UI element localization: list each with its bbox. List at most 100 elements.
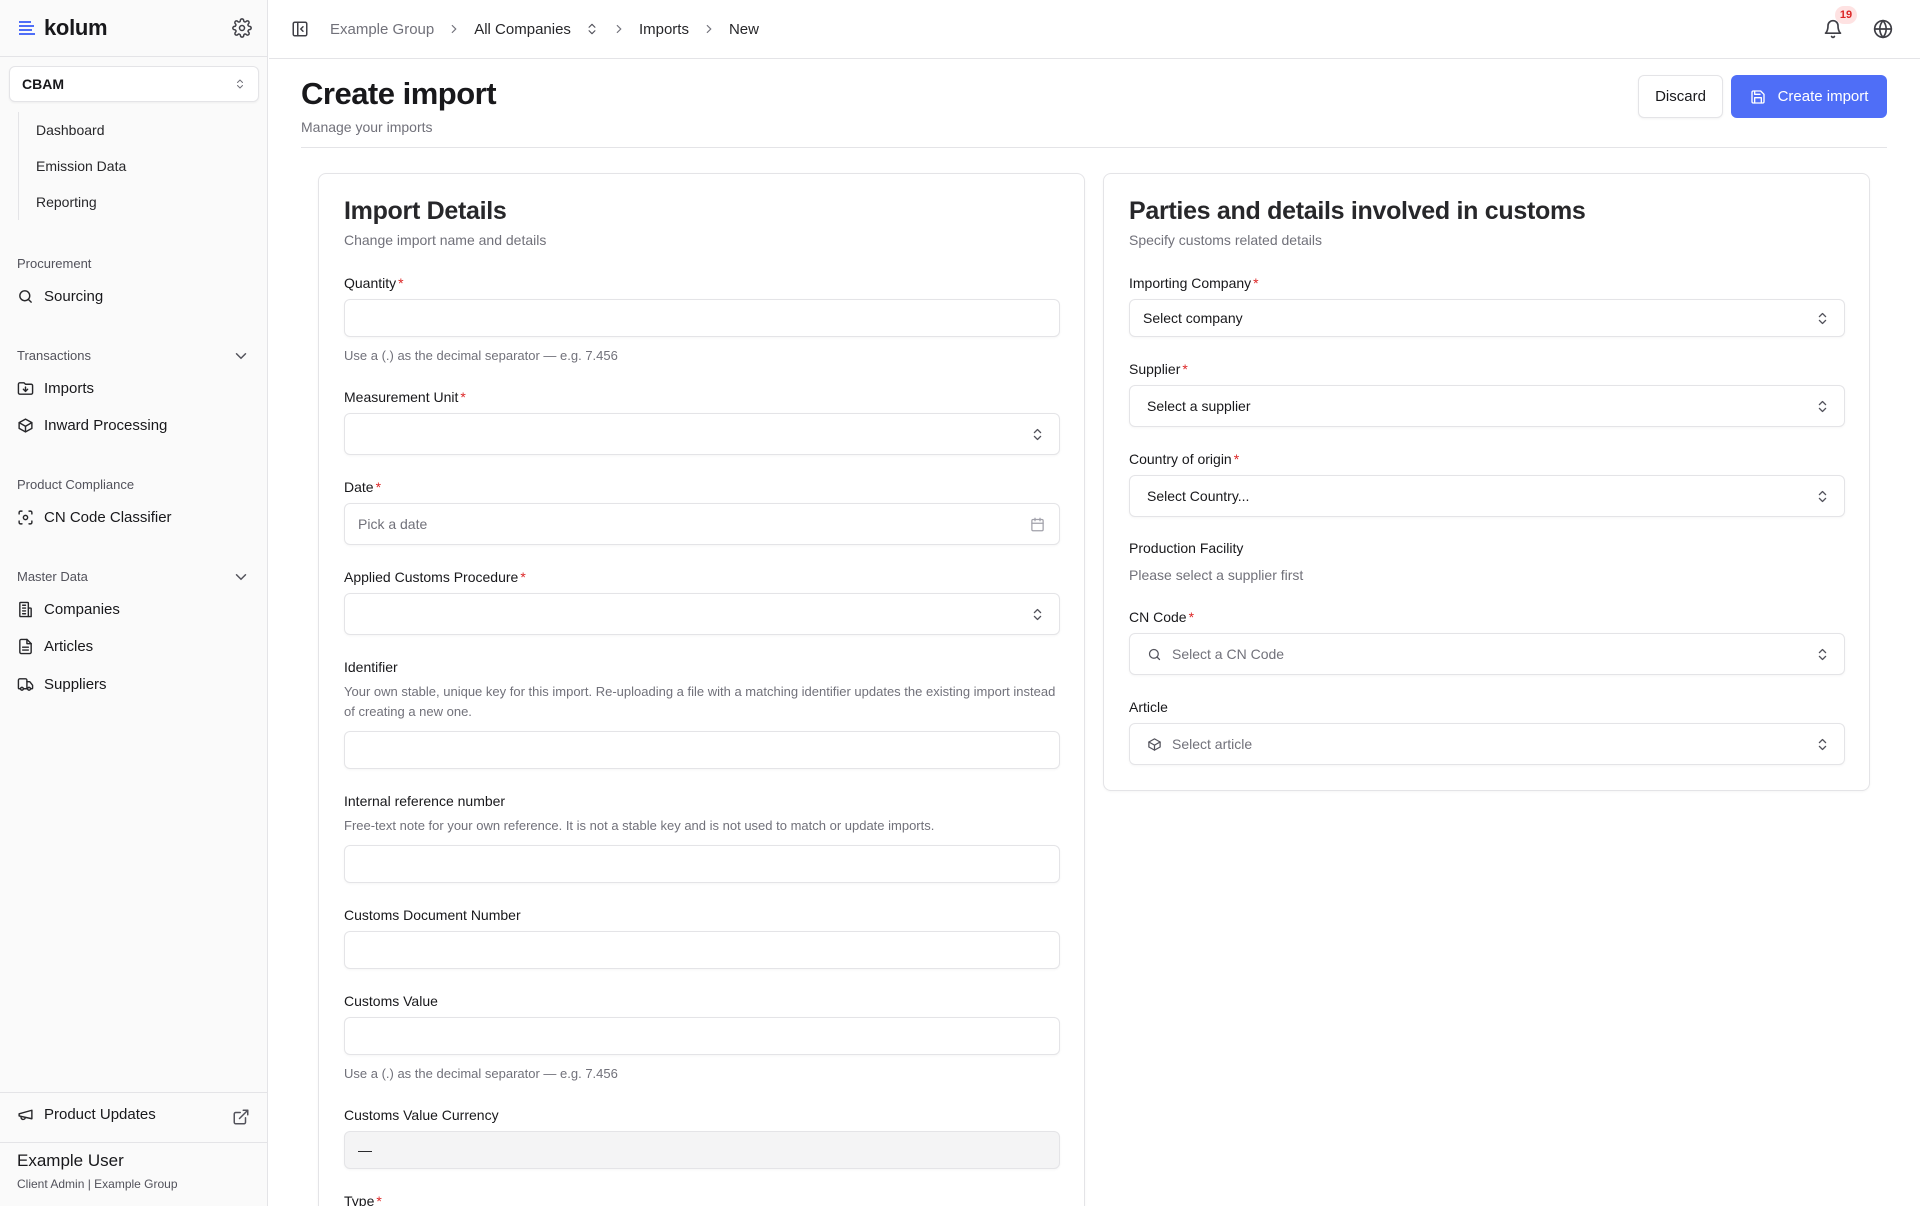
chevron-down-icon[interactable] xyxy=(232,347,250,365)
quantity-help: Use a (.) as the decimal separator — e.g… xyxy=(344,348,618,363)
cn-code-select[interactable]: Select a CN Code xyxy=(1129,633,1845,675)
page-subtitle: Manage your imports xyxy=(301,119,433,135)
breadcrumb-new: New xyxy=(728,20,759,38)
external-link-icon[interactable] xyxy=(232,1108,250,1126)
chevrons-up-down-icon[interactable] xyxy=(585,22,599,36)
cn-code-placeholder: Select a CN Code xyxy=(1172,646,1285,662)
truck-icon xyxy=(17,676,34,693)
article-label: Article xyxy=(1129,699,1168,715)
subnav-reporting[interactable]: Reporting xyxy=(19,184,248,220)
chevrons-up-down-icon xyxy=(1815,311,1830,326)
settings-gear-icon[interactable] xyxy=(232,18,252,38)
divider xyxy=(301,147,1887,148)
quantity-label: Quantity * xyxy=(344,275,404,291)
notification-badge: 19 xyxy=(1835,6,1857,24)
sidebar-item-suppliers[interactable]: Suppliers xyxy=(17,672,107,696)
globe-icon[interactable] xyxy=(1873,19,1893,39)
measurement-unit-select[interactable] xyxy=(344,413,1060,455)
chevron-right-icon xyxy=(612,22,626,36)
module-selector[interactable]: CBAM xyxy=(9,66,259,102)
sidebar-item-cn-code-classifier[interactable]: CN Code Classifier xyxy=(17,505,172,529)
identifier-input[interactable] xyxy=(344,731,1060,769)
sidebar-item-inward-processing[interactable]: Inward Processing xyxy=(17,413,167,437)
customs-currency-value: — xyxy=(358,1142,372,1158)
supplier-value: Select a supplier xyxy=(1147,398,1251,414)
supplier-label: Supplier * xyxy=(1129,361,1188,377)
article-placeholder: Select article xyxy=(1172,736,1253,752)
user-name[interactable]: Example User xyxy=(17,1151,124,1171)
product-updates-link[interactable]: Product Updates xyxy=(17,1106,156,1123)
chevron-down-icon[interactable] xyxy=(232,568,250,586)
box-icon xyxy=(17,417,34,434)
breadcrumb-example-group[interactable]: Example Group xyxy=(330,21,434,38)
box-icon xyxy=(1147,737,1162,752)
measurement-unit-label: Measurement Unit * xyxy=(344,389,466,405)
chevrons-up-down-icon xyxy=(1815,489,1830,504)
chevron-right-icon xyxy=(702,22,716,36)
customs-value-input[interactable] xyxy=(344,1017,1060,1055)
sidebar-item-imports[interactable]: Imports xyxy=(17,376,94,400)
card-title: Parties and details involved in customs xyxy=(1129,197,1586,225)
customs-value-help: Use a (.) as the decimal separator — e.g… xyxy=(344,1066,618,1081)
card-description: Change import name and details xyxy=(344,232,547,248)
customs-procedure-label: Applied Customs Procedure * xyxy=(344,569,526,585)
quantity-input[interactable] xyxy=(344,299,1060,337)
sidebar-toggle-icon[interactable] xyxy=(291,20,309,38)
topbar: Example Group All Companies Imports New … xyxy=(269,0,1920,59)
country-of-origin-value: Select Country... xyxy=(1147,488,1250,504)
brand[interactable]: kolum xyxy=(18,14,108,42)
subnav-dashboard[interactable]: Dashboard xyxy=(19,112,248,148)
calendar-icon xyxy=(1030,517,1045,532)
type-label: Type * xyxy=(344,1193,382,1206)
date-label: Date * xyxy=(344,479,382,495)
internal-reference-input[interactable] xyxy=(344,845,1060,883)
sidebar-item-label: Suppliers xyxy=(44,675,107,693)
divider xyxy=(0,1142,267,1143)
sidebar-item-sourcing[interactable]: Sourcing xyxy=(17,284,103,308)
breadcrumb-imports[interactable]: Imports xyxy=(639,21,689,38)
sidebar-item-label: Imports xyxy=(44,379,95,397)
subnav-emission-data[interactable]: Emission Data xyxy=(19,148,248,184)
article-select[interactable]: Select article xyxy=(1129,723,1845,765)
create-import-button[interactable]: Create import xyxy=(1731,75,1887,118)
date-placeholder: Pick a date xyxy=(358,516,428,532)
discard-button[interactable]: Discard xyxy=(1638,75,1723,118)
chevrons-up-down-icon xyxy=(1030,427,1045,442)
chevrons-up-down-icon xyxy=(1030,607,1045,622)
production-facility-label: Production Facility xyxy=(1129,540,1244,556)
sidebar-item-articles[interactable]: Articles xyxy=(17,634,93,658)
customs-document-input[interactable] xyxy=(344,931,1060,969)
group-label-transactions: Transactions xyxy=(17,348,91,363)
sidebar-item-label: Inward Processing xyxy=(44,416,168,434)
divider xyxy=(0,56,267,57)
breadcrumb-all-companies[interactable]: All Companies xyxy=(474,21,571,38)
supplier-select[interactable]: Select a supplier xyxy=(1129,385,1845,427)
chevron-right-icon xyxy=(447,22,461,36)
folder-import-icon xyxy=(17,380,34,397)
customs-document-label: Customs Document Number xyxy=(344,907,521,923)
sidebar-item-label: Sourcing xyxy=(44,287,104,305)
page-title: Create import xyxy=(301,76,497,111)
sidebar-item-label: Companies xyxy=(44,600,120,618)
logo-icon xyxy=(18,19,36,37)
customs-procedure-select[interactable] xyxy=(344,593,1060,635)
country-of-origin-select[interactable]: Select Country... xyxy=(1129,475,1845,517)
customs-currency-field: — xyxy=(344,1131,1060,1169)
sidebar-item-companies[interactable]: Companies xyxy=(17,597,120,621)
customs-value-label: Customs Value xyxy=(344,993,438,1009)
module-subnav: Dashboard Emission Data Reporting xyxy=(18,112,248,220)
identifier-help: Your own stable, unique key for this imp… xyxy=(344,684,1056,719)
importing-company-select[interactable]: Select company xyxy=(1129,299,1845,337)
import-details-card: Import Details Change import name and de… xyxy=(318,173,1085,1206)
country-of-origin-label: Country of origin * xyxy=(1129,451,1240,467)
date-picker[interactable]: Pick a date xyxy=(344,503,1060,545)
sidebar-item-label: Articles xyxy=(44,637,94,655)
importing-company-value: Select company xyxy=(1143,310,1243,326)
customs-parties-card: Parties and details involved in customs … xyxy=(1103,173,1870,791)
chevrons-up-down-icon xyxy=(1815,647,1830,662)
group-label-master-data: Master Data xyxy=(17,569,88,584)
search-icon xyxy=(1147,647,1162,662)
internal-reference-help: Free-text note for your own reference. I… xyxy=(344,818,935,833)
search-icon xyxy=(17,288,34,305)
sidebar: kolum CBAM Dashboard Emission Data Repor… xyxy=(0,0,268,1206)
